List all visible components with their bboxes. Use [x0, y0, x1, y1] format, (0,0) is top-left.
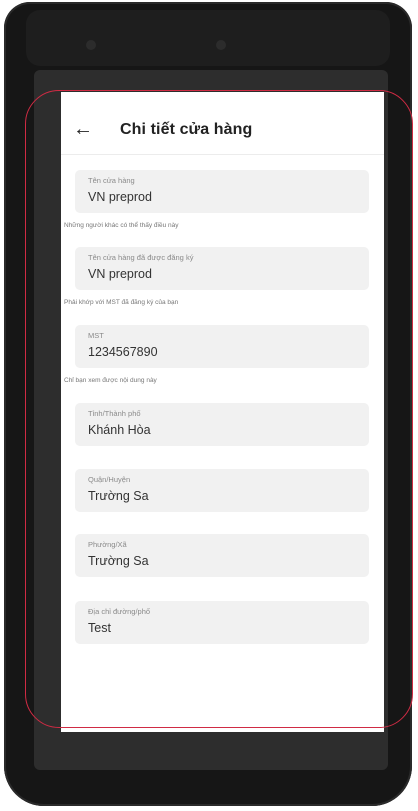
field-label: Tỉnh/Thành phố [88, 409, 141, 418]
field-label: Phường/Xã [88, 540, 127, 549]
phone-top-bezel [26, 10, 390, 66]
field-value: Test [88, 621, 111, 635]
field-value: Trường Sa [88, 554, 149, 568]
street-address-field[interactable]: Địa chỉ đường/phố Test [75, 601, 369, 644]
registered-store-name-field[interactable]: Tên cửa hàng đã được đăng ký VN preprod [75, 247, 369, 290]
field-helper-text: Những người khác có thể thấy điều này [64, 222, 179, 229]
field-value: Khánh Hòa [88, 423, 151, 437]
field-label: Quận/Huyện [88, 475, 131, 484]
app-header: ← Chi tiết cửa hàng [61, 92, 384, 155]
app-screen: ← Chi tiết cửa hàng Tên cửa hàng VN prep… [61, 92, 384, 732]
arrow-left-icon[interactable]: ← [73, 119, 93, 139]
field-helper-text: Chỉ bạn xem được nội dung này [64, 377, 157, 384]
field-value: VN preprod [88, 190, 152, 204]
tax-id-field[interactable]: MST 1234567890 [75, 325, 369, 368]
store-name-field[interactable]: Tên cửa hàng VN preprod [75, 170, 369, 213]
field-label: Địa chỉ đường/phố [88, 607, 151, 616]
sensor-icon [216, 40, 226, 50]
page-title: Chi tiết cửa hàng [120, 121, 253, 138]
province-field[interactable]: Tỉnh/Thành phố Khánh Hòa [75, 403, 369, 446]
district-field[interactable]: Quận/Huyện Trường Sa [75, 469, 369, 512]
field-label: Tên cửa hàng [88, 176, 135, 185]
field-label: Tên cửa hàng đã được đăng ký [88, 253, 194, 262]
front-camera-icon [86, 40, 96, 50]
field-label: MST [88, 331, 104, 340]
field-value: Trường Sa [88, 489, 149, 503]
field-value: VN preprod [88, 267, 152, 281]
field-helper-text: Phải khớp với MST đã đăng ký của bạn [64, 299, 179, 306]
field-value: 1234567890 [88, 345, 158, 359]
ward-field[interactable]: Phường/Xã Trường Sa [75, 534, 369, 577]
